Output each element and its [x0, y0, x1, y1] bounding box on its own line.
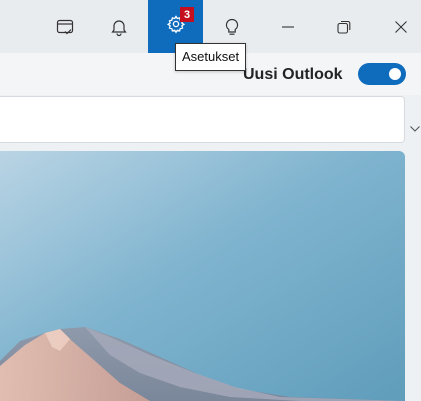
lightbulb-icon	[222, 17, 242, 37]
new-outlook-label: Uusi Outlook	[243, 66, 343, 83]
restore-button[interactable]	[324, 0, 364, 53]
settings-tooltip: Asetukset	[175, 43, 247, 71]
my-day-button[interactable]	[45, 0, 85, 53]
minimize-icon	[281, 20, 295, 34]
close-button[interactable]	[381, 0, 421, 53]
close-icon	[394, 20, 408, 34]
search-input[interactable]	[0, 96, 405, 143]
notifications-button[interactable]	[99, 0, 139, 53]
task-check-icon	[55, 17, 75, 37]
chevron-down-icon	[409, 122, 421, 139]
toggle-knob	[389, 68, 401, 80]
background-image	[0, 151, 405, 401]
settings-notification-badge: 3	[180, 7, 194, 22]
restore-icon	[336, 19, 352, 35]
new-outlook-toggle[interactable]	[358, 63, 406, 85]
bell-icon	[109, 17, 129, 37]
expand-button[interactable]	[409, 122, 421, 134]
minimize-button[interactable]	[268, 0, 308, 53]
